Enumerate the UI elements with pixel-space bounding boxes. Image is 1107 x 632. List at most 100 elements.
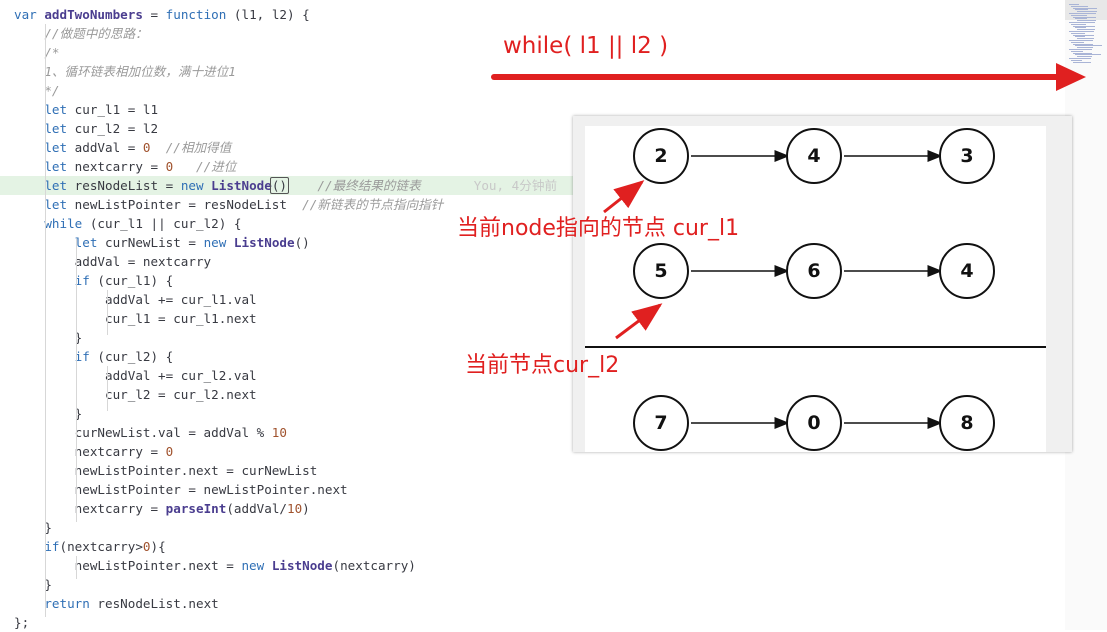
indent-guide [45,24,46,617]
code-token: (addVal/ [226,501,287,516]
code-token: cur_l1 = l1 [67,102,159,117]
code-token: ListNode [233,235,295,250]
cur-l2-label: 当前节点cur_l2 [465,353,620,378]
code-token: } [14,520,52,535]
list-node: 8 [939,395,995,451]
code-token: You, 4分钟前 [420,178,558,193]
code-line[interactable]: nextcarry = parseInt(addVal/10) [0,499,1065,518]
code-line[interactable]: newListPointer = newListPointer.next [0,480,1065,499]
code-token: 10 [287,501,303,516]
code-token: } [14,330,83,345]
code-token: cur_l2 = l2 [67,121,159,136]
code-comment: //进位 [196,159,237,174]
code-token: (cur_l2) { [89,349,174,364]
while-condition-annotation: while( l1 || l2 ) [503,33,669,59]
list-node: 4 [786,128,842,184]
code-token: return [44,596,90,611]
code-token: } [14,577,52,592]
cur-l2-pointer-arrow-icon [615,303,663,340]
code-token: nextcarry = [67,159,166,174]
list-node: 3 [939,128,995,184]
indent-guide [76,556,77,579]
code-token: new [241,558,265,573]
cur-l1-label: 当前node指向的节点 cur_l1 [457,216,740,241]
code-token: newListPointer = newListPointer.next [14,482,348,497]
code-comment: //相加得值 [165,140,232,155]
indent-guide [76,239,77,522]
code-token: 0 [142,539,151,554]
code-line[interactable]: } [0,518,1065,537]
code-token: addVal = nextcarry [14,254,212,269]
code-line[interactable]: newListPointer.next = new ListNode(nextc… [0,556,1065,575]
code-token: curNewList = [97,235,204,250]
code-token: nextcarry = [14,501,166,516]
code-token: addVal += cur_l1.val [14,292,257,307]
code-token: (nextcarry> [59,539,143,554]
code-comment: */ [44,83,60,98]
code-token: curNewList.val = addVal % [14,425,272,440]
code-token: let [44,159,68,174]
code-token: newListPointer.next = [14,558,242,573]
list-node: 0 [786,395,842,451]
list-node: 7 [633,395,689,451]
list-node: 6 [786,243,842,299]
code-token: addVal = [67,140,143,155]
code-token: new [180,178,204,193]
cur-l1-pointer-arrow-icon [603,180,645,214]
code-token: = [142,7,166,22]
list-node: 4 [939,243,995,299]
code-token: resNodeList = [67,178,181,193]
code-token: ) [302,501,310,516]
code-token: 0 [142,140,151,155]
code-token: cur_l1 = cur_l1.next [14,311,257,326]
code-token: let [44,140,68,155]
code-token: addVal += cur_l2.val [14,368,257,383]
code-token: (l1, l2) { [226,7,310,22]
code-token: 10 [271,425,287,440]
code-token: cur_l2 = cur_l2.next [14,387,257,402]
pointer-arrows [603,180,663,340]
code-token: ListNode [211,178,272,193]
code-token: if [44,539,60,554]
code-token: newListPointer = resNodeList [67,197,303,212]
code-token: let [44,121,68,136]
code-line[interactable]: return resNodeList.next [0,594,1065,613]
code-token: }; [14,615,30,630]
code-token: let [44,197,68,212]
code-line[interactable]: }; [0,613,1065,632]
code-comment: /* [44,45,60,60]
code-comment: 1、循环链表相加位数，满十进位1 [44,64,236,79]
code-token: nextcarry = [14,444,166,459]
indent-guide [107,290,108,335]
code-token: ListNode [271,558,333,573]
code-line[interactable]: if(nextcarry>0){ [0,537,1065,556]
code-line[interactable]: } [0,575,1065,594]
code-line[interactable]: var addTwoNumbers = function (l1, l2) { [0,5,1065,24]
code-line[interactable]: newListPointer.next = curNewList [0,461,1065,480]
code-token: let [44,178,68,193]
code-comment: //新链表的节点指向指针 [302,197,444,212]
code-token: (nextcarry) [332,558,416,573]
code-token: new [203,235,227,250]
code-token: ){ [150,539,166,554]
code-token: } [14,406,83,421]
code-token: (cur_l1) { [89,273,174,288]
code-token: let [44,102,68,117]
code-comment: //最终结果的链表 [317,178,421,193]
code-comment: //做题中的思路： [44,26,148,41]
